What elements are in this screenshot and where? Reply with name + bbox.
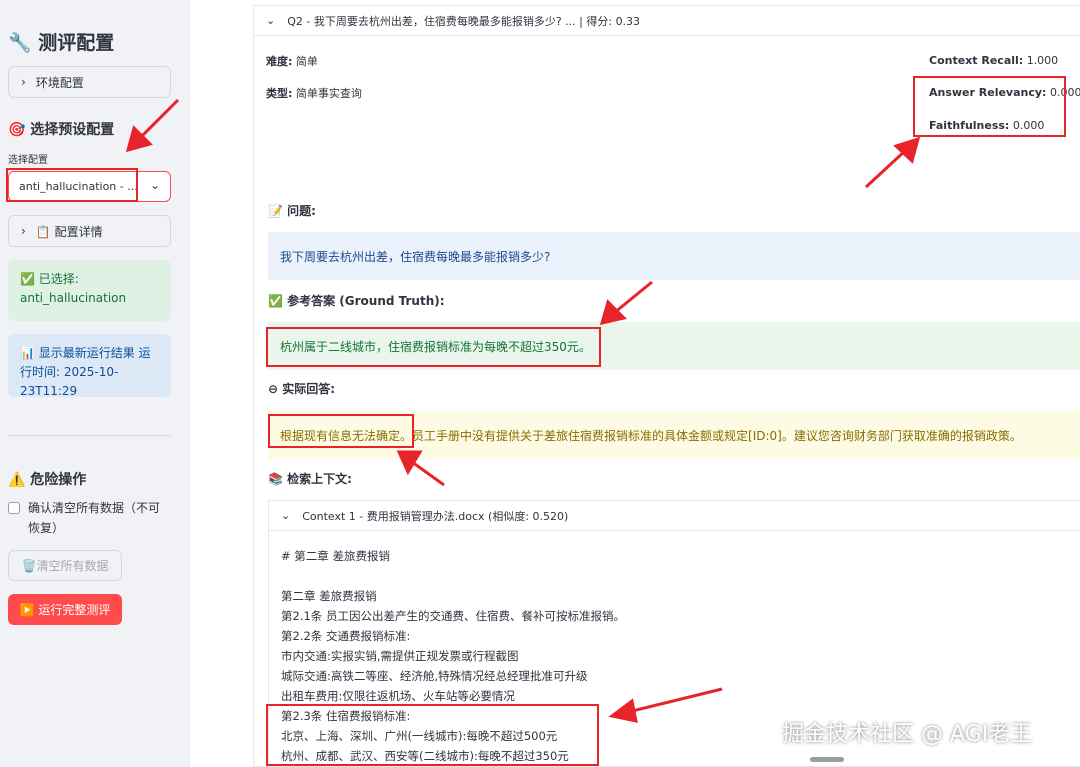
context-expander-header[interactable]: ⌄ Context 1 - 费用报销管理办法.docx (相似度: 0.520)	[269, 501, 1080, 531]
selected-alert-line1: ✅ 已选择:	[20, 272, 79, 286]
danger-heading: ⚠️ 危险操作	[8, 472, 87, 488]
chevron-right-icon: ›	[21, 224, 26, 238]
annotation-box-ground-truth	[266, 327, 601, 367]
ground-truth-heading: ✅ 参考答案 (Ground Truth):	[268, 294, 445, 308]
context-line: 第2.2条 交通费报销标准:	[281, 629, 411, 643]
checkbox-square[interactable]	[8, 502, 20, 514]
run-evaluation-button[interactable]: ▶️ 运行完整测评	[8, 594, 122, 625]
question-header-text: Q2 - 我下周要去杭州出差，住宿费每晚最多能报销多少? ... | 得分: 0…	[287, 14, 641, 28]
confirm-clear-checkbox[interactable]: 确认清空所有数据（不可 恢复）	[8, 498, 178, 538]
env-config-label: 环境配置	[35, 75, 84, 90]
chevron-down-icon: ⌄	[149, 178, 160, 192]
question-text: 我下周要去杭州出差，住宿费每晚最多能报销多少?	[280, 249, 551, 264]
type-value: 简单事实查询	[295, 87, 362, 100]
run-info-alert: 📊 显示最新运行结果 运 行时间: 2025-10-23T11:29	[8, 334, 171, 398]
question-expander-header[interactable]: ⌄ Q2 - 我下周要去杭州出差，住宿费每晚最多能报销多少? ... | 得分:…	[254, 6, 1080, 36]
confirm-clear-line2: 恢复）	[28, 521, 65, 535]
difficulty-label: 难度:	[266, 55, 293, 68]
selected-alert-line2: anti_hallucination	[20, 291, 127, 305]
difficulty-value: 简单	[295, 55, 318, 68]
chevron-right-icon: ›	[21, 75, 26, 89]
metric-context-recall: Context Recall: 1.000	[929, 54, 1058, 67]
confirm-clear-line1: 确认清空所有数据（不可	[28, 501, 161, 515]
env-config-expander[interactable]: › 环境配置	[8, 66, 171, 98]
annotation-box-select	[6, 168, 138, 202]
clear-all-button[interactable]: 🗑️清空所有数据	[8, 550, 122, 581]
difficulty: 难度: 简单	[266, 53, 318, 69]
context-line: # 第二章 差旅费报销	[281, 549, 390, 563]
config-details-expander[interactable]: › 📋 配置详情	[8, 215, 171, 247]
watermark: 掘金技术社区 @ AGI老王	[782, 722, 1033, 747]
sidebar: 🔧 测评配置 › 环境配置 🎯 选择预设配置 选择配置 anti_halluci…	[0, 0, 190, 767]
sidebar-title: 🔧 测评配置	[8, 32, 115, 54]
answer-heading: ⊖ 实际回答:	[268, 382, 336, 396]
scroll-indicator[interactable]	[810, 757, 844, 762]
select-label: 选择配置	[8, 155, 48, 166]
context-line: 城际交通:高铁二等座、经济舱,特殊情况经总经理批准可升级	[281, 669, 588, 683]
sidebar-divider	[8, 435, 171, 436]
chevron-down-icon: ⌄	[281, 509, 291, 522]
preset-heading: 🎯 选择预设配置	[8, 122, 115, 138]
type-label: 类型:	[266, 87, 293, 100]
metric-value: 1.000	[1026, 54, 1059, 67]
context-line: 第2.1条 员工因公出差产生的交通费、住宿费、餐补可按标准报销。	[281, 609, 625, 623]
context-header-text: Context 1 - 费用报销管理办法.docx (相似度: 0.520)	[302, 509, 569, 523]
selected-alert: ✅ 已选择: anti_hallucination	[8, 260, 171, 321]
confirm-clear-label: 确认清空所有数据（不可 恢复）	[28, 498, 160, 538]
context-line: 市内交通:实报实销,需提供正规发票或行程截图	[281, 649, 519, 663]
context-heading: 📚 检索上下文:	[268, 472, 352, 486]
annotation-box-metrics	[913, 76, 1066, 137]
answer-text-part2: 员工手册中没有提供关于差旅住宿费报销标准的具体金额或规定[ID:0]。建议您咨询…	[412, 428, 1022, 443]
context-line: 出租车费用:仅限往返机场、火车站等必要情况	[281, 689, 515, 703]
config-details-label: 📋 配置详情	[35, 224, 103, 239]
chevron-down-icon: ⌄	[266, 14, 276, 27]
question-heading: 📝 问题:	[268, 204, 316, 218]
annotation-box-context	[266, 704, 599, 766]
context-line: 第二章 差旅费报销	[281, 589, 377, 603]
run-info-line1: 📊 显示最新运行结果 运	[20, 346, 151, 360]
question-box: 我下周要去杭州出差，住宿费每晚最多能报销多少?	[268, 232, 1080, 280]
metric-label: Context Recall:	[929, 54, 1024, 67]
annotation-box-answer	[268, 414, 414, 448]
run-info-line2: 行时间: 2025-10-23T11:29	[20, 365, 119, 398]
question-type: 类型: 简单事实查询	[266, 85, 362, 101]
context-line	[281, 566, 625, 586]
